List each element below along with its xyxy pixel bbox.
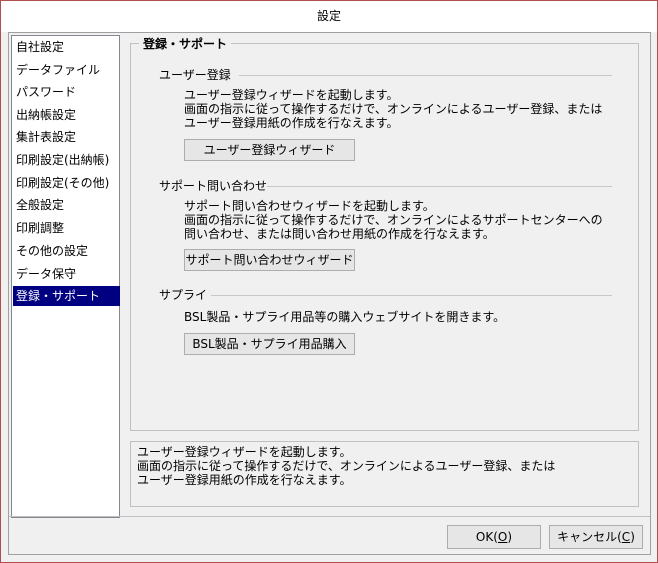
settings-sidebar: 自社設定 データファイル パスワード 出納帳設定 集計表設定 印刷設定(出納帳)…: [11, 35, 120, 518]
sidebar-item-print-other[interactable]: 印刷設定(その他): [13, 173, 120, 193]
sidebar-item-registration-support[interactable]: 登録・サポート: [13, 286, 120, 306]
user-registration-wizard-button[interactable]: ユーザー登録ウィザード: [184, 139, 355, 161]
footer-divider: [9, 516, 650, 517]
support-inquiry-wizard-button[interactable]: サポート問い合わせウィザード: [184, 249, 355, 271]
cancel-button[interactable]: キャンセル(C): [549, 525, 643, 549]
registration-support-panel: 登録・サポート ユーザー登録 ユーザー登録ウィザードを起動します。 画面の指示に…: [130, 36, 639, 431]
user-registration-heading: ユーザー登録: [159, 68, 231, 82]
support-inquiry-desc: サポート問い合わせウィザードを起動します。 画面の指示に従って操作するだけで、オ…: [184, 199, 603, 241]
supply-heading: サプライ: [159, 288, 208, 302]
sidebar-item-data-file[interactable]: データファイル: [13, 60, 120, 80]
description-box: ユーザー登録ウィザードを起動します。 画面の指示に従って操作するだけで、オンライ…: [130, 441, 639, 507]
support-inquiry-heading: サポート問い合わせ: [159, 179, 268, 193]
panel-title: 登録・サポート: [139, 36, 232, 52]
dialog-client: 自社設定 データファイル パスワード 出納帳設定 集計表設定 印刷設定(出納帳)…: [8, 32, 651, 555]
sidebar-item-data-maint[interactable]: データ保守: [13, 264, 120, 284]
user-registration-desc: ユーザー登録ウィザードを起動します。 画面の指示に従って操作するだけで、オンライ…: [184, 88, 603, 130]
section-divider: [267, 186, 612, 187]
sidebar-item-general[interactable]: 全般設定: [13, 195, 120, 215]
sidebar-item-password[interactable]: パスワード: [13, 82, 120, 102]
sidebar-item-print-adjust[interactable]: 印刷調整: [13, 218, 120, 238]
section-divider: [211, 295, 612, 296]
sidebar-item-ledger[interactable]: 出納帳設定: [13, 105, 120, 125]
settings-dialog: 設定 自社設定 データファイル パスワード 出納帳設定 集計表設定 印刷設定(出…: [0, 0, 658, 563]
supply-desc: BSL製品・サプライ用品等の購入ウェブサイトを開きます。: [184, 310, 506, 324]
description-text: ユーザー登録ウィザードを起動します。 画面の指示に従って操作するだけで、オンライ…: [137, 445, 556, 487]
sidebar-item-print-ledger[interactable]: 印刷設定(出納帳): [13, 150, 120, 170]
sidebar-item-company[interactable]: 自社設定: [13, 37, 120, 57]
window-title: 設定: [1, 1, 657, 32]
supply-purchase-button[interactable]: BSL製品・サプライ用品購入: [184, 333, 355, 355]
ok-button[interactable]: OK(O): [447, 525, 541, 549]
sidebar-item-other[interactable]: その他の設定: [13, 241, 120, 261]
section-divider: [239, 75, 612, 76]
sidebar-item-summary[interactable]: 集計表設定: [13, 127, 120, 147]
